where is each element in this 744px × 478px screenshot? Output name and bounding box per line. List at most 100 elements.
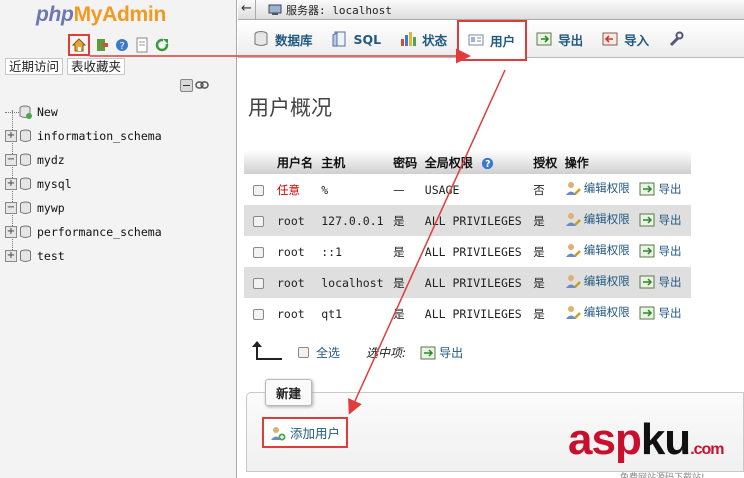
cell-password: 是 xyxy=(390,298,422,329)
export-icon xyxy=(420,346,436,359)
watermark-subtitle: 免费网站源码下载站! xyxy=(620,473,705,478)
server-icon xyxy=(268,4,282,15)
header-host[interactable]: 主机 xyxy=(318,150,391,174)
header-user[interactable]: 用户名 xyxy=(274,150,319,174)
select-all-label[interactable]: 全选 xyxy=(316,344,340,361)
cell-user: root xyxy=(274,236,319,267)
db-item-performance-schema[interactable]: + performance_schema xyxy=(5,220,162,244)
link-icon[interactable] xyxy=(195,79,209,95)
watermark-logo: aspku.com xyxy=(568,415,725,464)
server-breadcrumb[interactable]: 服务器: localhost xyxy=(268,2,392,18)
db-name[interactable]: test xyxy=(37,249,65,263)
export-link[interactable]: 导出 xyxy=(639,212,681,228)
collapse-all-icon[interactable] xyxy=(180,79,193,92)
edit-privileges-link[interactable]: 编辑权限 xyxy=(565,273,630,289)
header-global-privileges[interactable]: 全局权限 ? xyxy=(421,150,531,174)
export-icon xyxy=(639,244,655,258)
db-name[interactable]: information_schema xyxy=(37,129,162,143)
tree-controls xyxy=(180,79,209,95)
collapse-icon[interactable]: − xyxy=(5,154,17,166)
bulk-export-button[interactable]: 导出 xyxy=(420,344,463,361)
tab-sql[interactable]: SQL xyxy=(323,21,392,58)
docs-icon[interactable] xyxy=(134,37,150,53)
expand-icon[interactable]: + xyxy=(5,130,17,142)
svg-text:?: ? xyxy=(485,159,490,170)
tab-label: 用户 xyxy=(490,33,516,49)
cell-host: % xyxy=(318,174,391,205)
tab-label: 状态 xyxy=(422,32,448,48)
edit-privileges-icon xyxy=(565,213,581,226)
expand-icon[interactable]: + xyxy=(5,178,17,190)
logout-icon[interactable] xyxy=(94,37,110,53)
tab-status[interactable]: 状态 xyxy=(391,21,457,58)
edit-privileges-link[interactable]: 编辑权限 xyxy=(565,211,630,227)
db-name[interactable]: mydz xyxy=(37,153,65,167)
home-icon[interactable] xyxy=(68,34,90,56)
export-link[interactable]: 导出 xyxy=(639,274,681,290)
export-link[interactable]: 导出 xyxy=(639,181,681,197)
cell-password: 是 xyxy=(390,205,422,236)
tab-settings[interactable] xyxy=(659,21,695,58)
with-selected-label: 选中项: xyxy=(366,346,407,360)
db-name[interactable]: performance_schema xyxy=(37,225,162,239)
tab-databases[interactable]: 数据库 xyxy=(244,21,323,58)
db-name[interactable]: New xyxy=(37,105,58,119)
edit-privileges-link[interactable]: 编辑权限 xyxy=(565,242,630,258)
cell-grant: 是 xyxy=(530,267,562,298)
db-item-new[interactable]: New xyxy=(5,100,162,124)
tab-users[interactable]: 用户 xyxy=(457,19,528,61)
row-checkbox[interactable] xyxy=(253,215,264,227)
edit-privileges-icon xyxy=(565,244,581,257)
help-icon[interactable]: ? xyxy=(481,157,494,170)
help-icon[interactable]: ? xyxy=(114,37,130,53)
select-all-checkbox[interactable] xyxy=(298,347,309,358)
favorites-tab[interactable]: 表收藏夹 xyxy=(67,58,126,75)
edit-privileges-link[interactable]: 编辑权限 xyxy=(565,304,630,320)
phpmyadmin-logo[interactable]: phpMyAdmin xyxy=(36,3,166,27)
export-label: 导出 xyxy=(658,213,682,227)
export-link[interactable]: 导出 xyxy=(639,305,681,321)
users-icon xyxy=(468,34,484,46)
db-item-information-schema[interactable]: + information_schema xyxy=(5,124,162,148)
table-header-row: 用户名 主机 密码 全局权限 ? 授权 操作 xyxy=(244,150,691,174)
back-arrow-icon[interactable]: ← xyxy=(238,0,256,19)
expand-icon[interactable]: + xyxy=(5,250,17,262)
tab-export[interactable]: 导出 xyxy=(527,21,593,58)
row-checkbox[interactable] xyxy=(253,277,264,289)
expand-icon[interactable]: + xyxy=(5,226,17,238)
new-database-icon xyxy=(19,105,32,119)
edit-label: 编辑权限 xyxy=(583,181,630,195)
export-link[interactable]: 导出 xyxy=(639,243,681,259)
cell-password: 是 xyxy=(390,267,422,298)
reload-icon[interactable] xyxy=(154,37,170,53)
export-label: 导出 xyxy=(658,275,682,289)
cell-user: root xyxy=(274,267,319,298)
db-item-mywp[interactable]: − mywp xyxy=(5,196,162,220)
cell-grant: 是 xyxy=(530,236,562,267)
db-item-mydz[interactable]: − mydz xyxy=(5,148,162,172)
header-password[interactable]: 密码 xyxy=(390,150,422,174)
add-user-button[interactable]: 添加用户 xyxy=(262,417,349,448)
add-user-label: 添加用户 xyxy=(290,426,341,441)
server-label: 服务器: localhost xyxy=(286,3,392,17)
row-checkbox[interactable] xyxy=(253,308,264,320)
wrench-icon xyxy=(670,31,684,47)
db-item-test[interactable]: + test xyxy=(5,244,162,268)
db-name[interactable]: mywp xyxy=(37,201,65,215)
import-icon xyxy=(602,32,618,46)
cell-user: root xyxy=(274,205,319,236)
page-title: 用户概况 xyxy=(248,96,332,120)
row-checkbox[interactable] xyxy=(253,184,264,196)
edit-privileges-icon xyxy=(565,306,581,319)
db-name[interactable]: mysql xyxy=(37,177,72,191)
arrow-up-icon xyxy=(252,340,282,360)
edit-privileges-link[interactable]: 编辑权限 xyxy=(565,180,630,196)
export-label: 导出 xyxy=(658,306,682,320)
db-item-mysql[interactable]: + mysql xyxy=(5,172,162,196)
recent-tab[interactable]: 近期访问 xyxy=(5,58,64,75)
tab-import[interactable]: 导入 xyxy=(593,21,659,58)
collapse-icon[interactable]: − xyxy=(5,202,17,214)
header-grant[interactable]: 授权 xyxy=(530,150,562,174)
cell-user: root xyxy=(274,298,319,329)
row-checkbox[interactable] xyxy=(253,246,264,258)
